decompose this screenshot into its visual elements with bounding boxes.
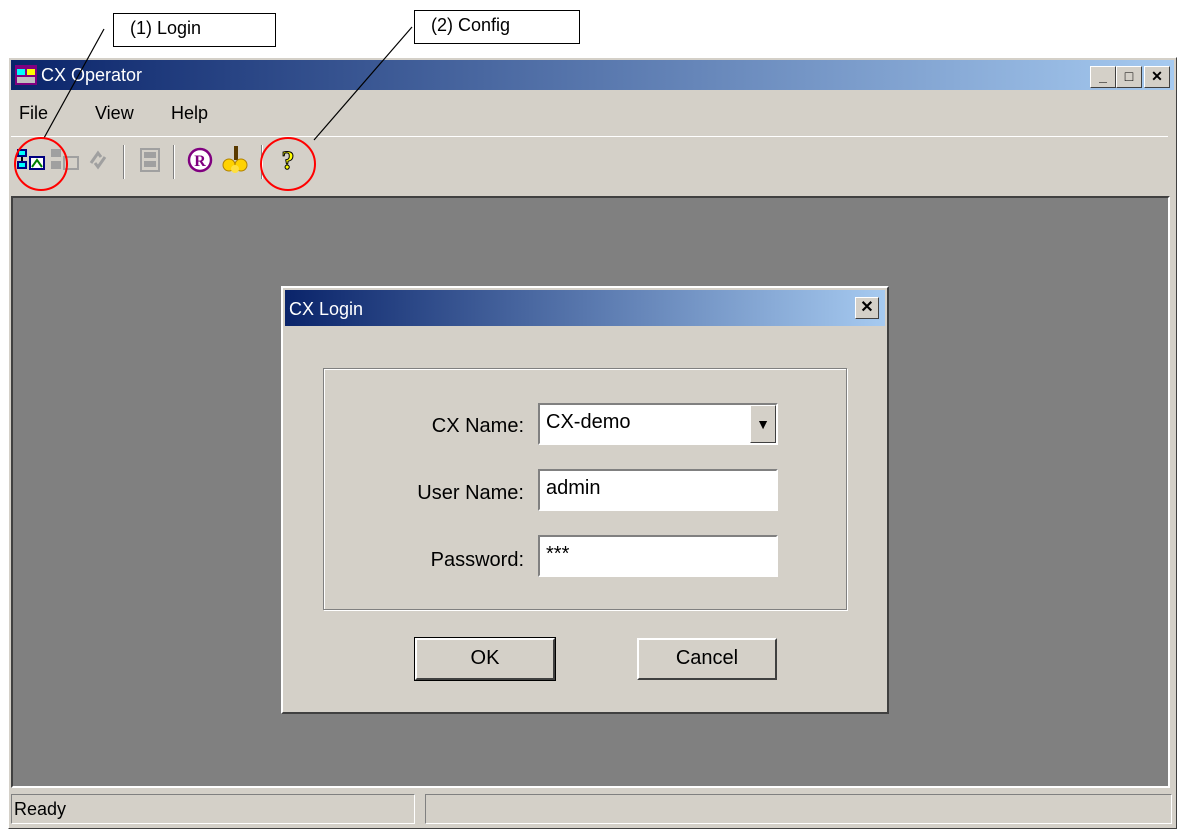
status-text: Ready [11,794,415,824]
menu-view[interactable]: View [95,103,134,124]
minimize-icon: _ [1099,68,1107,84]
status-panel [425,794,1172,824]
password-label: Password: [430,549,524,571]
cx-name-value: CX-demo [546,411,631,433]
login-icon[interactable] [13,143,47,177]
minimize-button[interactable]: _ [1090,66,1116,88]
user-name-value: admin [546,477,601,499]
window-title: CX Operator [41,65,143,85]
dialog-close-button[interactable]: ✕ [855,297,879,319]
cx-name-label: CX Name: [431,415,524,437]
close-button[interactable]: ✕ [1144,66,1170,88]
menubar: File View Help [11,93,1174,127]
refresh-icon [89,150,107,170]
menu-help[interactable]: Help [171,103,208,124]
dialog-titlebar[interactable]: CX Login ✕ [285,290,885,326]
svg-text:R: R [194,153,206,170]
user-name-label: User Name: [417,482,524,504]
callout-config: (2) Config [414,10,580,44]
window-titlebar[interactable]: CX Operator _ □ ✕ [11,60,1174,90]
password-field[interactable]: *** [538,535,778,577]
password-value: *** [546,543,570,565]
close-icon: ✕ [1151,68,1163,84]
cancel-button[interactable]: Cancel [637,638,777,680]
chevron-down-icon: ▼ [756,416,770,432]
cx-name-select[interactable]: CX-demo ▼ [538,403,778,445]
toolbar-separator [173,145,175,179]
ok-button[interactable]: OK [414,637,556,681]
logout-icon [51,149,79,170]
dialog-title: CX Login [289,299,364,319]
maximize-icon: □ [1124,68,1134,84]
help-icon[interactable]: ? [271,143,305,177]
register-icon[interactable]: R [183,143,217,177]
toolbar-separator [261,145,263,179]
toolbar: R ? [11,136,1168,189]
print-icon [140,148,160,172]
menu-file[interactable]: File [19,103,48,124]
dropdown-button[interactable]: ▼ [750,405,776,443]
user-name-field[interactable]: admin [538,469,778,511]
toolbar-separator [123,145,125,179]
svg-text:?: ? [282,146,295,175]
config-icon[interactable] [219,143,253,177]
callout-login: (1) Login [113,13,276,47]
close-icon: ✕ [860,299,874,316]
app-icon [15,65,37,85]
maximize-button[interactable]: □ [1116,66,1142,88]
login-fields-group: CX Name: CX-demo ▼ User Name: admin Pass… [323,368,847,610]
login-dialog: CX Login ✕ CX Name: CX-demo ▼ User Name:… [281,286,889,714]
